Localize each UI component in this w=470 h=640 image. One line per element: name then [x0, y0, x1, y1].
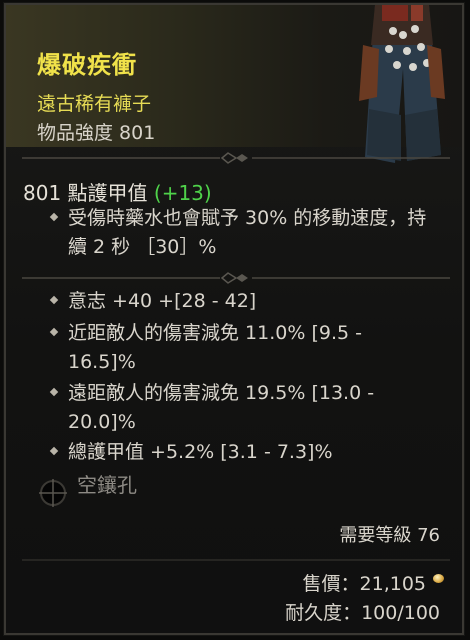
- pants-icon: [359, 5, 445, 163]
- armor-delta: (+13): [153, 181, 212, 205]
- level-requirement: 需要等級 76: [339, 525, 440, 546]
- armor-value: 801 點護甲值: [23, 181, 148, 205]
- empty-socket-label: 空鑲孔: [77, 473, 137, 497]
- sell-price: 售價：21,105: [302, 573, 426, 595]
- affix-close-damage-reduction: 近距敵人的傷害減免 11.0% [9.5 - 16.5]%: [68, 322, 362, 373]
- item-name: 爆破疾衝: [37, 51, 137, 79]
- diamond-bullet-icon: [49, 327, 59, 337]
- gold-coin-icon: [433, 574, 444, 583]
- diamond-bullet-icon: [49, 212, 59, 222]
- item-rarity: 遠古稀有褲子: [37, 93, 152, 115]
- section-divider: [22, 559, 450, 561]
- affix-willpower: 意志 +40 +[28 - 42]: [68, 290, 257, 312]
- item-tooltip: 爆破疾衝 遠古稀有褲子 物品強度 801 801 點護甲值 (+13) 受傷時藥…: [3, 2, 465, 636]
- armor-value-line: 801 點護甲值 (+13): [23, 177, 212, 206]
- diamond-bullet-icon: [49, 446, 59, 456]
- diamond-bullet-icon: [49, 295, 59, 305]
- empty-socket-icon: [39, 479, 67, 507]
- implicit-affix: 受傷時藥水也會賦予 30% 的移動速度，持續 2 秒 ［30］%: [68, 207, 427, 258]
- section-divider: [22, 272, 450, 284]
- item-power: 物品強度 801: [37, 122, 156, 144]
- diamond-bullet-icon: [49, 387, 59, 397]
- durability: 耐久度：100/100: [285, 602, 440, 624]
- affix-total-armor: 總護甲值 +5.2% [3.1 - 7.3]%: [68, 441, 333, 463]
- affix-distant-damage-reduction: 遠距敵人的傷害減免 19.5% [13.0 - 20.0]%: [68, 382, 375, 433]
- section-divider: [22, 152, 450, 164]
